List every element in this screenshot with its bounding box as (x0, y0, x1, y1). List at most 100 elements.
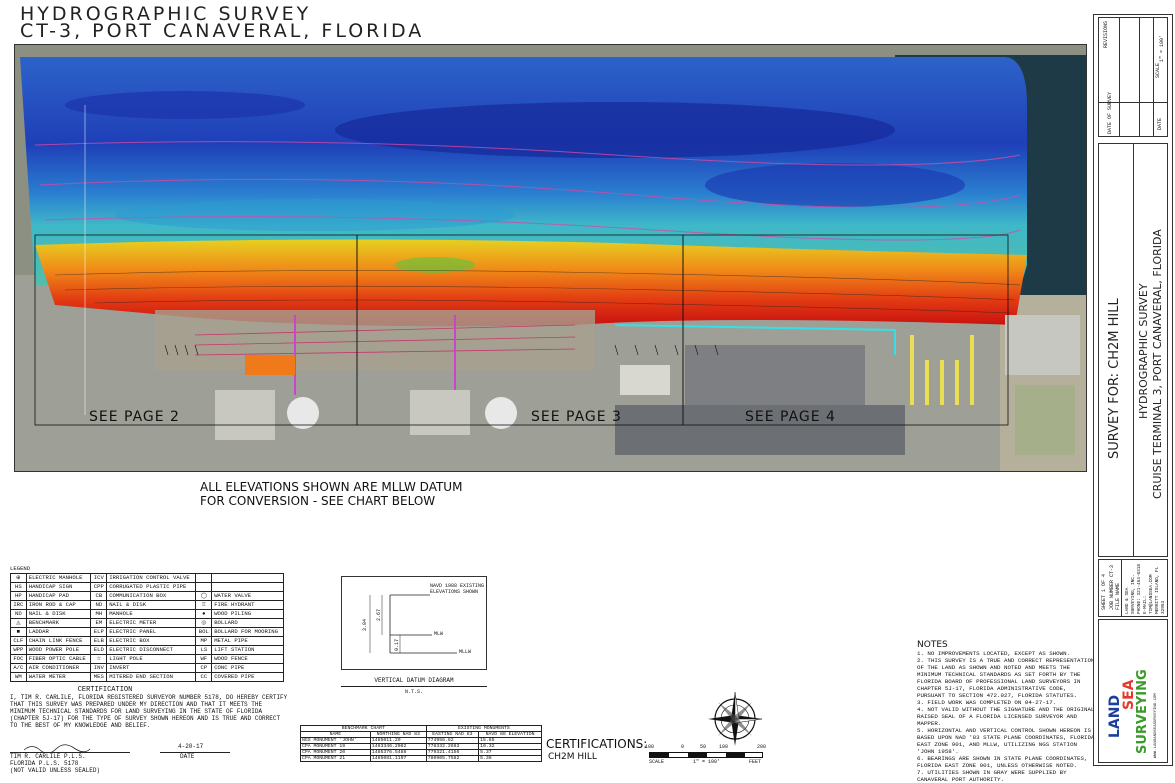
legend-row: HP HANDICAP PAD CB COMMUNICATION BOX ◯ WATER … (10, 591, 284, 601)
scale-tick-100-left: 100 (645, 744, 655, 750)
note-item: 1. NO IMPROVEMENTS LOCATED, EXCEPT AS SH… (917, 650, 1071, 657)
certification-heading: CERTIFICATION (77, 686, 133, 694)
legend-row: A/C AIR CONDITIONER INV INVERT CP CONC PIPE (10, 663, 284, 673)
legend-description: ELECTRIC METER (106, 618, 197, 628)
scale-tick-200: 200 (757, 744, 767, 750)
see-page-2-label: SEE PAGE 2 (89, 409, 180, 425)
legend-symbol: ND (10, 609, 27, 619)
legend-symbol: CB (90, 591, 108, 601)
legend-description: MITERED END SECTION (106, 672, 197, 682)
legend-description: FIRE HYDRANT (211, 600, 284, 610)
elevations-note: ALL ELEVATIONS SHOWN ARE MLLW DATUM FOR … (200, 480, 462, 508)
legend-description: ELECTRIC BOX (106, 636, 197, 646)
legend-description (211, 582, 284, 592)
legend-description: IRRIGATION CONTROL VALVE (106, 573, 197, 583)
legend-symbol: ELP (90, 627, 108, 637)
legend-symbol: ELD (90, 645, 108, 655)
legend-symbol: A/C (10, 663, 27, 673)
drawing-title: HYDROGRAPHIC SURVEY CT-3, PORT CANAVERAL… (20, 5, 425, 42)
legend-description: COVERED PIPE (211, 672, 284, 682)
scale-tick-100: 100 (719, 744, 729, 750)
legend-description: METAL PIPE (211, 636, 284, 646)
project-box: SURVEY FOR: CH2M HILL HYDROGRAPHIC SURVE… (1098, 143, 1168, 557)
legend-description: ELECTRIC MANHOLE (25, 573, 92, 583)
legend-description: LIFT STATION (211, 645, 284, 655)
legend-symbol: MP (195, 636, 213, 646)
legend-description: BOLLARD (211, 618, 284, 628)
legend-row: ◬ BENCHMARK EM ELECTRIC METER ◎ BOLLARD (10, 618, 284, 628)
title-block: REVISIONS DATE OF SURVEY SCALE 1" = 100'… (1093, 14, 1173, 766)
legend-title: LEGEND (10, 565, 31, 572)
legend-description: NAIL & DISK (25, 609, 92, 619)
sheet-number: SHEET 1 OF 4 (1101, 573, 1107, 610)
datum-nts: N.T.S. (404, 689, 423, 695)
legend-symbol: WF (195, 654, 213, 664)
legend-description: WATER METER (25, 672, 92, 682)
legend-symbol: MH (90, 609, 108, 619)
legend-symbol: ICV (90, 573, 108, 583)
scale-ratio: 1" = 100' (693, 759, 721, 765)
legend-description: COMMUNICATION BOX (106, 591, 197, 601)
scale-label-titleblock: SCALE (1155, 62, 1161, 78)
date-label: DATE (180, 753, 195, 760)
legend-symbol: ♖ (195, 600, 213, 610)
revisions-label: REVISIONS (1103, 20, 1109, 48)
legend-symbol: ■ (10, 627, 27, 637)
benchmark-cell: 1485081.1197 (369, 755, 427, 762)
legend-symbol: ◯ (195, 591, 213, 601)
legend-row: FOC FIBER OPTIC CABLE ☆ LIGHT POLE WF WOOD FE… (10, 654, 284, 664)
legend-description: ELECTRIC DISCONNECT (106, 645, 197, 655)
legend-symbol: CLF (10, 636, 27, 646)
legend-description: MANHOLE (106, 609, 197, 619)
legend-symbol: CPP (90, 582, 108, 592)
note-item: 2. THIS SURVEY IS A TRUE AND CORRECT REP… (917, 657, 1095, 699)
title-line-2: CT-3, PORT CANAVERAL, FLORIDA (20, 20, 425, 42)
not-valid-note: (NOT VALID UNLESS SEALED) (10, 767, 101, 774)
legend-row: CLF CHAIN LINK FENCE ELB ELECTRIC BOX MP META… (10, 636, 284, 646)
legend-description: NAIL & DISK (106, 600, 197, 610)
legend-symbol: HP (10, 591, 27, 601)
legend-symbol: BOL (195, 627, 213, 637)
scale-value-titleblock: 1" = 100' (1159, 34, 1165, 62)
certification-date-value: 4-20-17 (178, 743, 204, 750)
legend-symbol (195, 573, 213, 583)
legend-row: ND NAIL & DISK MH MANHOLE ● WOOD PILING (10, 609, 284, 619)
legend-symbol: ☆ (90, 654, 108, 664)
legend-description: LADDAR (25, 627, 92, 637)
scale-unit: FEET (749, 759, 762, 765)
legend-description (211, 573, 284, 583)
datum-mlw-label: MLW (434, 631, 444, 637)
legend-description: HANDICAP SIGN (25, 582, 92, 592)
datum-caption: VERTICAL DATUM DIAGRAM (341, 677, 487, 687)
benchmark-row: CPA MONUMENT 21 1485081.1197 780905.7582 5.… (300, 755, 542, 762)
legend-row: WPP WOOD POWER POLE ELD ELECTRIC DISCONNECT… (10, 645, 284, 655)
hydrographic-map: SEE PAGE 2 SEE PAGE 3 SEE PAGE 4 (14, 44, 1087, 472)
legend-description: HANDICAP PAD (25, 591, 92, 601)
legend-description: WATER VALVE (211, 591, 284, 601)
legend-symbol: EM (90, 618, 108, 628)
legend-symbol: ELB (90, 636, 108, 646)
legend-description: WOOD FENCE (211, 654, 284, 664)
notes-list: 1. NO IMPROVEMENTS LOCATED, EXCEPT AS SH… (917, 650, 1097, 783)
legend-symbol: WPP (10, 645, 27, 655)
benchmark-column-header: EASTING NAD 83 (425, 731, 480, 738)
north-arrow-icon (706, 690, 764, 748)
legend-symbol: FOC (10, 654, 27, 664)
legend-description: WOOD POWER POLE (25, 645, 92, 655)
scale-bar-graphic (649, 752, 763, 758)
benchmark-chart: BENCHMARK CHART EXISTING MONUMENTS NAME N… (300, 725, 543, 762)
legend-row: IRC IRON ROD & CAP ND NAIL & DISK ♖ FIRE HYDR… (10, 600, 284, 610)
legend-symbol: CP (195, 663, 213, 673)
notes-heading: NOTES (917, 640, 948, 650)
certifications-value: CH2M HILL (548, 752, 597, 762)
legend-symbol: MES (90, 672, 108, 682)
see-page-4-label: SEE PAGE 4 (745, 409, 836, 425)
note-item: 5. HORIZONTAL AND VERTICAL CONTROL SHOWN… (917, 727, 1095, 755)
legend-symbol: CC (195, 672, 213, 682)
legend-symbol: ND (90, 600, 108, 610)
legend-description: FIBER OPTIC CABLE (25, 654, 92, 664)
legend-symbol: WM (10, 672, 27, 682)
elevations-note-line-1: ALL ELEVATIONS SHOWN ARE MLLW DATUM (200, 480, 463, 494)
benchmark-column-header: NORTHING NAD 83 (369, 731, 427, 738)
date-of-survey-label: DATE OF SURVEY (1107, 91, 1113, 134)
